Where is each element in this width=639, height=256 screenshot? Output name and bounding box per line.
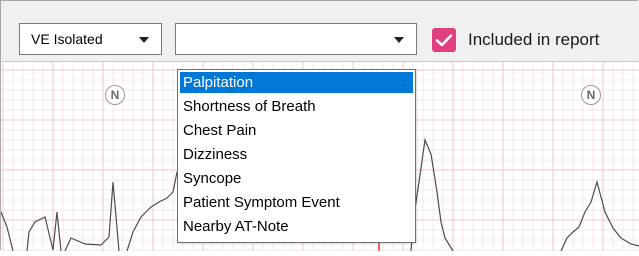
symptom-select[interactable] — [175, 23, 417, 55]
beat-marker-normal[interactable]: N — [581, 85, 601, 105]
include-in-report-checkbox[interactable] — [432, 28, 456, 52]
beat-type-value: VE Isolated — [31, 31, 103, 47]
beat-type-select[interactable]: VE Isolated — [19, 23, 162, 55]
beat-marker-normal[interactable]: N — [105, 85, 125, 105]
toolbar-divider — [1, 61, 639, 62]
symptom-dropdown-list: Palpitation Shortness of Breath Chest Pa… — [177, 69, 416, 243]
option-patient-symptom-event[interactable]: Patient Symptom Event — [180, 192, 413, 213]
option-nearby-at-note[interactable]: Nearby AT-Note — [180, 216, 413, 237]
option-syncope[interactable]: Syncope — [180, 168, 413, 189]
chevron-down-icon — [139, 37, 149, 43]
option-shortness-of-breath[interactable]: Shortness of Breath — [180, 96, 413, 117]
include-in-report-label: Included in report — [468, 30, 600, 49]
chevron-down-icon — [394, 37, 404, 43]
option-palpitation[interactable]: Palpitation — [180, 72, 413, 93]
checkmark-icon — [435, 34, 453, 47]
option-dizziness[interactable]: Dizziness — [180, 144, 413, 165]
option-chest-pain[interactable]: Chest Pain — [180, 120, 413, 141]
